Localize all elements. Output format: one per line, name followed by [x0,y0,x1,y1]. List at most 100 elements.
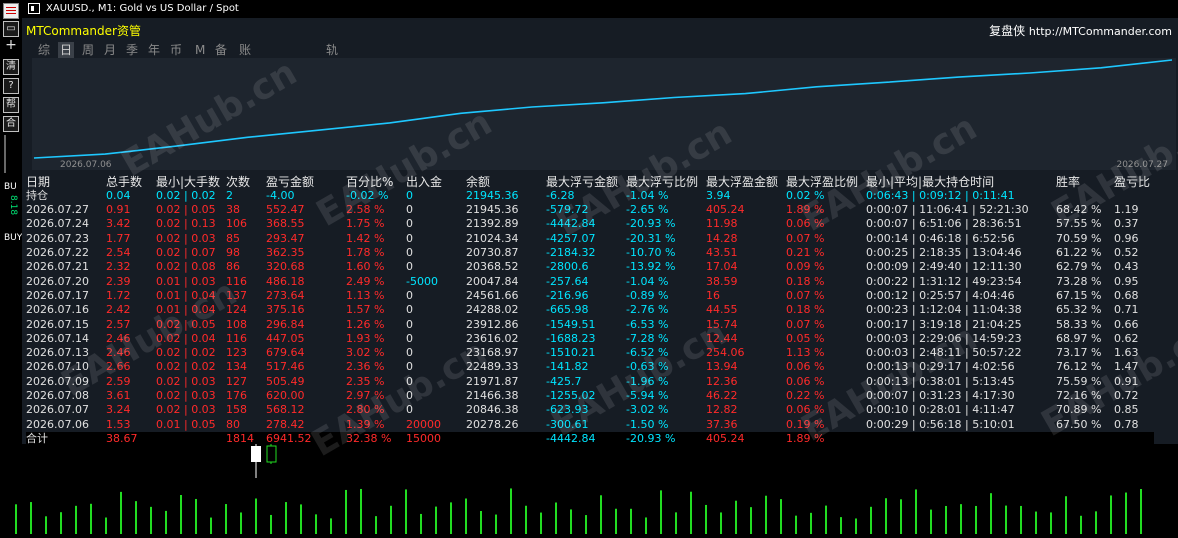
cell-balance: 21971.87 [466,374,519,388]
tab-track[interactable]: 轨迹 [326,42,338,73]
cell-total-lots: 0.04 [106,189,131,202]
cell-pnl-amount: 517.46 [266,360,305,374]
cell-max-float-loss-pct: -1.96 % [626,374,669,388]
cell-max-float-profit: 43.51 [706,246,738,260]
cell-balance: 20278.26 [466,417,519,431]
cell-trade-count: 124 [226,303,247,317]
cell-percent: 1.75 % [346,217,385,231]
cell-deposit: 0 [406,260,413,274]
cell-max-float-profit: 44.55 [706,303,738,317]
cell-max-float-profit: 14.28 [706,231,738,245]
cell-max-float-loss: -1549.51 [546,317,596,331]
cell-win-rate: 62.79 % [1056,260,1102,274]
cell-hold-time: 0:00:23 | 1:12:04 | 11:04:38 [866,303,1022,317]
help-button[interactable]: ? [3,78,19,94]
cell-max-float-loss-pct: -13.92 % [626,260,676,274]
cell-date: 2026.07.27 [26,203,89,217]
cell-profit-loss-ratio: 1.63 [1114,346,1139,360]
cell-win-rate: 75.59 % [1056,374,1102,388]
clear-button[interactable]: 清 [3,59,19,75]
cell-percent: 1.60 % [346,260,385,274]
cell-date: 持仓 [26,189,48,202]
cell-max-float-profit: 12.44 [706,331,738,345]
cell-min-max-lots: 0.02 | 0.03 [156,374,216,388]
cell-win-rate: 73.28 % [1056,274,1102,288]
chart-start-date: 2026.07.06 [60,160,112,170]
cell-balance: 20730.87 [466,246,519,260]
cell-max-float-loss: -1255.02 [546,389,596,402]
tab-magic[interactable]: M [195,42,205,58]
merge-button[interactable]: 合 [3,116,19,132]
cell-max-float-profit: 17.04 [706,260,738,274]
cell-trade-count: 106 [226,217,247,231]
assist-label: 帮 [6,99,16,110]
cell-max-float-loss-pct: -5.94 % [626,389,669,402]
move-button[interactable]: + [3,38,19,54]
cell-max-float-loss-pct: -1.50 % [626,417,669,431]
cell-deposit: 出入金 [406,175,443,189]
volume-bars [15,444,1178,534]
tab-week[interactable]: 周 [82,42,94,58]
cell-max-float-loss-pct: -10.70 % [626,246,676,260]
cell-min-max-lots: 0.02 | 0.03 [156,231,216,245]
minimize-button[interactable]: ▭ [3,21,19,37]
chart-end-date: 2026.07.27 [1116,160,1168,170]
table-row: 2026.07.22 2.54 0.02 | 0.07 98 362.35 1.78 % 0… [26,246,1154,260]
tab-quarter[interactable]: 季 [126,42,138,58]
cell-date: 2026.07.15 [26,317,89,331]
table-row: 2026.07.27 0.91 0.02 | 0.05 38 552.47 2.58 % 0… [26,203,1154,217]
cell-pnl-amount: 620.00 [266,389,305,402]
cell-percent: 1.78 % [346,246,385,260]
brand-url[interactable]: http://MTCommander.com [1029,25,1172,38]
cell-max-float-loss-pct: -0.89 % [626,288,669,302]
candle-body [251,446,261,462]
cell-min-max-lots: 0.02 | 0.07 [156,246,216,260]
cell-max-float-loss-pct: -20.31 % [626,231,676,245]
cell-max-float-profit-pct: 0.06 % [786,403,825,417]
tab-account[interactable]: 账户 [239,42,251,73]
cell-percent: 1.57 % [346,303,385,317]
cell-pnl-amount: 447.05 [266,331,305,345]
table-header-row: 日期 总手数 最小|大手数 次数 盈亏金额 百分比% 出入金 余额 最大浮亏金额 最大浮亏比例 最大… [26,175,1154,189]
cell-total-lots: 1.53 [106,417,131,431]
cell-max-float-profit: 46.22 [706,389,738,402]
cell-max-float-loss-pct: -3.02 % [626,403,669,417]
cell-max-float-loss-pct: -6.53 % [626,317,669,331]
cell-max-float-profit-pct: 1.13 % [786,346,825,360]
cell-trade-count: 127 [226,374,247,388]
cell-hold-time: 0:00:10 | 0:28:01 | 4:11:47 [866,403,1015,417]
cell-total-lots: 2.66 [106,360,131,374]
cell-total-lots: 0.91 [106,203,131,217]
tab-currency[interactable]: 币 [170,42,182,58]
tab-month[interactable]: 月 [104,42,116,58]
cell-max-float-loss: -1688.23 [546,331,596,345]
cell-date: 2026.07.09 [26,374,89,388]
tab-year[interactable]: 年 [148,42,160,58]
cell-total-lots: 2.46 [106,331,131,345]
cell-max-float-loss: -300.61 [546,417,589,431]
cell-max-float-loss: -665.98 [546,303,589,317]
cell-pnl-amount: 679.64 [266,346,305,360]
cell-min-max-lots: 0.01 | 0.04 [156,288,216,302]
cell-deposit: 0 [406,374,413,388]
menu-flag-icon[interactable] [3,3,19,19]
cell-win-rate: 67.50 % [1056,417,1102,431]
cell-date: 2026.07.24 [26,217,89,231]
clear-label: 清 [6,61,16,72]
window-title: XAUUSD., M1: Gold vs US Dollar / Spot [46,3,239,14]
table-row: 2026.07.16 2.42 0.01 | 0.04 124 375.16 1.57 %… [26,303,1154,317]
cell-max-float-loss-pct: 最大浮亏比例 [626,175,699,189]
cell-win-rate: 72.16 % [1056,389,1102,402]
tab-overview[interactable]: 综 [38,42,50,58]
cell-pnl-amount: 368.55 [266,217,305,231]
cell-total-lots: 1.72 [106,288,131,302]
assist-button[interactable]: 帮 [3,97,19,113]
tab-note[interactable]: 备 [215,42,227,58]
cell-win-rate: 67.15 % [1056,288,1102,302]
tab-day[interactable]: 日 [58,42,75,58]
cell-profit-loss-ratio: 0.52 [1114,246,1139,260]
cell-trade-count: 38 [226,203,240,217]
cell-max-float-profit-pct: 0.09 % [786,260,825,274]
cell-deposit: 0 [406,231,413,245]
cell-max-float-profit-pct: 0.19 % [786,417,825,431]
